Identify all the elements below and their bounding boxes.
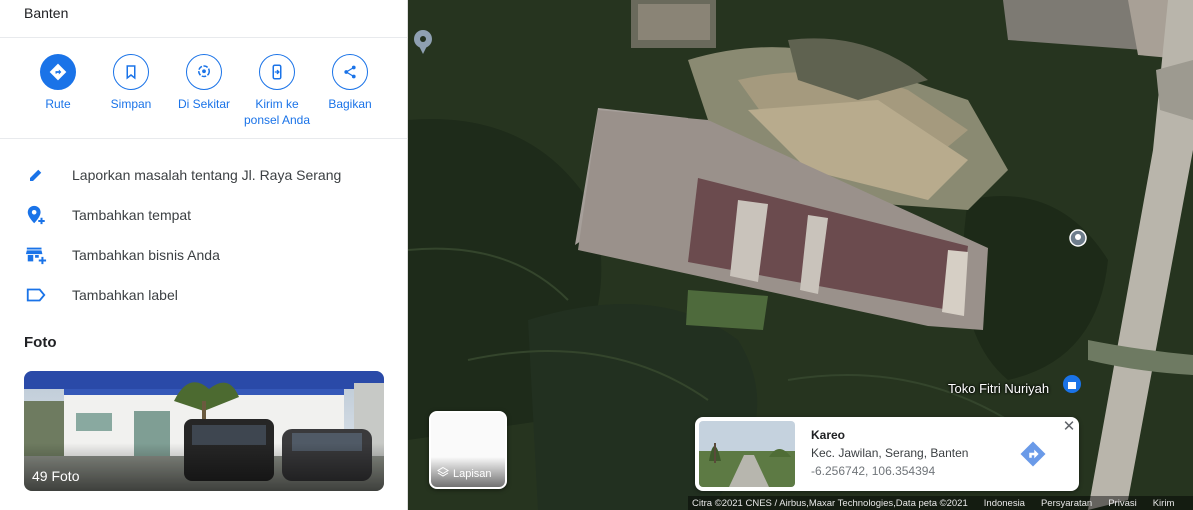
- add-place-icon: [24, 203, 48, 227]
- map-footer: Citra ©2021 CNES / Airbus,Maxar Technolo…: [688, 496, 1193, 510]
- directions-label: Rute: [45, 97, 71, 111]
- directions-icon[interactable]: [1016, 437, 1050, 471]
- divider: [0, 37, 407, 38]
- send-to-phone-icon: [259, 54, 295, 90]
- add-business-item[interactable]: Tambahkan bisnis Anda: [0, 237, 407, 273]
- share-icon: [332, 54, 368, 90]
- info-card-coordinates: -6.256742, 106.354394: [811, 464, 936, 478]
- place-info-card[interactable]: Kareo Kec. Jawilan, Serang, Banten -6.25…: [695, 417, 1079, 491]
- nearby-label: Di Sekitar: [177, 97, 230, 111]
- send-to-phone-button[interactable]: Kirim ke ponsel Anda: [239, 54, 315, 128]
- report-issue-item[interactable]: Laporkan masalah tentang Jl. Raya Serang: [0, 157, 407, 193]
- label-icon: [24, 283, 48, 307]
- save-label: Simpan: [110, 97, 152, 111]
- layers-label: Lapisan: [453, 467, 492, 480]
- info-card-photo: [699, 421, 795, 487]
- add-place-item[interactable]: Tambahkan tempat: [0, 197, 407, 233]
- divider: [0, 138, 407, 139]
- nearby-icon: [186, 54, 222, 90]
- nearby-button[interactable]: Di Sekitar: [166, 54, 242, 112]
- send-to-phone-label: Kirim ke ponsel Anda: [243, 97, 311, 127]
- privacy-link[interactable]: Privasi: [1108, 498, 1137, 509]
- address-text: Banten: [24, 5, 68, 21]
- side-panel: Banten Rute Simpan Di Sekitar Kirim ke p…: [0, 0, 408, 510]
- region-link[interactable]: Indonesia: [984, 498, 1025, 509]
- report-issue-label: Laporkan masalah tentang Jl. Raya Serang: [72, 167, 342, 183]
- share-button[interactable]: Bagikan: [312, 54, 388, 112]
- layers-icon: [437, 466, 449, 481]
- add-label-label: Tambahkan label: [72, 287, 178, 303]
- terms-link[interactable]: Persyaratan: [1041, 498, 1092, 509]
- info-card-title: Kareo: [811, 428, 846, 442]
- add-business-icon: [24, 243, 48, 267]
- directions-button[interactable]: Rute: [20, 54, 96, 112]
- bookmark-icon: [113, 54, 149, 90]
- photos-title: Foto: [24, 334, 57, 351]
- add-label-item[interactable]: Tambahkan label: [0, 277, 407, 313]
- close-icon[interactable]: ✕: [1061, 419, 1077, 435]
- photo-count-label: 49 Foto: [32, 468, 80, 484]
- layers-label-row: Lapisan: [437, 466, 492, 481]
- directions-icon: [40, 54, 76, 90]
- add-business-label: Tambahkan bisnis Anda: [72, 247, 220, 263]
- map-canvas[interactable]: Toko Fitri Nuriyah Lapisan Kareo Kec. Ja…: [408, 0, 1193, 510]
- address-tail: Banten: [24, 5, 69, 21]
- add-place-label: Tambahkan tempat: [72, 207, 192, 223]
- pencil-icon: [24, 163, 48, 187]
- share-label: Bagikan: [328, 97, 372, 111]
- info-card-subtitle: Kec. Jawilan, Serang, Banten: [811, 446, 969, 460]
- attribution-text: Citra ©2021 CNES / Airbus,Maxar Technolo…: [692, 497, 968, 509]
- send-feedback-link[interactable]: Kirim: [1153, 498, 1175, 509]
- poi-label[interactable]: Toko Fitri Nuriyah: [948, 381, 1049, 396]
- save-button[interactable]: Simpan: [93, 54, 169, 112]
- layers-button[interactable]: Lapisan: [429, 411, 507, 489]
- photo-card[interactable]: 49 Foto: [24, 371, 384, 491]
